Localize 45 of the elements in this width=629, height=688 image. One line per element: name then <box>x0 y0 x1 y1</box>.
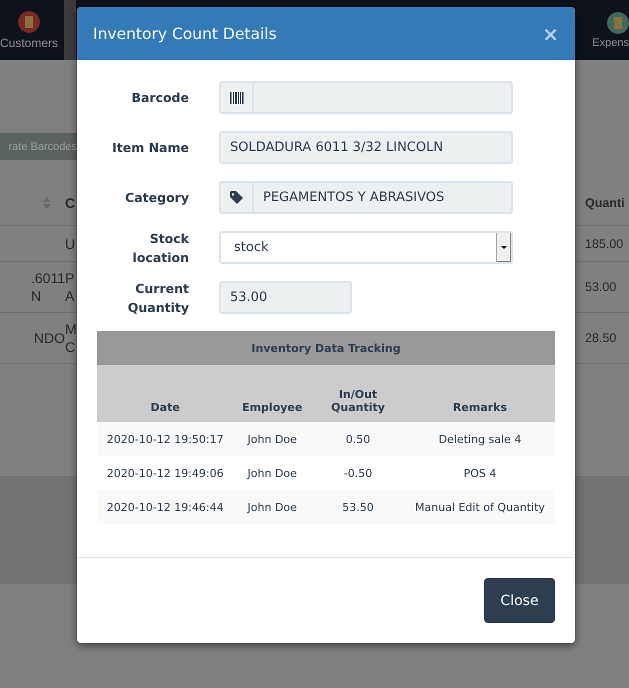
barcode-field[interactable] <box>219 81 513 114</box>
field-label: Barcode <box>130 89 189 107</box>
column-header: Date <box>97 365 234 422</box>
item-name-field[interactable]: SOLDADURA 6011 3/32 LINCOLN <box>219 131 513 164</box>
table-cell: 2020-10-12 19:49:06 <box>97 456 234 490</box>
quantity-field[interactable]: 53.00 <box>219 281 352 314</box>
table-cell-text: P A <box>65 269 76 305</box>
table-cell: Deleting sale 4 <box>404 422 555 456</box>
field-label: Item Name <box>111 139 189 157</box>
table-cell: 185.00 <box>585 236 624 250</box>
table-cell: M C <box>65 320 77 356</box>
caret-icon <box>501 246 507 249</box>
table-cell-text: U <box>65 234 76 252</box>
table-cell: POS 4 <box>404 456 555 490</box>
close-button[interactable]: Close <box>484 578 555 623</box>
location-dropdown[interactable]: stock <box>219 231 513 264</box>
field-label: Current Quantity <box>126 280 189 316</box>
field-label: Category <box>124 189 189 207</box>
dialog-title: Inventory Count Details <box>93 24 277 42</box>
table-cell: 2020-10-12 19:50:17 <box>97 422 234 456</box>
table-cell: 0.50 <box>311 422 405 456</box>
table-cell: -0.50 <box>311 456 405 490</box>
field-label: Stock location <box>132 230 189 266</box>
table-title: Inventory Data Tracking <box>97 331 555 365</box>
category-field[interactable]: PEGAMENTOS Y ABRASIVOS <box>219 181 513 214</box>
table-cell: John Doe <box>233 422 312 456</box>
table-cell: Manual Edit of Quantity <box>404 490 555 524</box>
column-header: Remarks <box>404 365 555 422</box>
table-cell: 53.00 <box>585 280 616 294</box>
table-cell: 28.50 <box>585 331 616 345</box>
nav-tab[interactable] <box>64 0 76 60</box>
table-cell: .6011 N <box>31 269 65 305</box>
column-header: Quanti <box>585 196 625 210</box>
tag-icon <box>230 191 243 204</box>
nav-item[interactable]: Expens <box>592 36 629 48</box>
barcode-icon <box>230 92 244 104</box>
table-cell: NDO <box>34 329 65 347</box>
table-cell: 53.50 <box>311 490 405 524</box>
table-cell: 2020-10-12 19:46:44 <box>97 490 234 524</box>
column-header: In/Out Quantity <box>311 365 405 422</box>
table-cell: John Doe <box>233 456 312 490</box>
column-header: Employee <box>233 365 312 422</box>
column-header: C <box>65 194 76 210</box>
nav-item[interactable]: Customers <box>0 36 58 50</box>
table-cell: John Doe <box>233 490 312 524</box>
